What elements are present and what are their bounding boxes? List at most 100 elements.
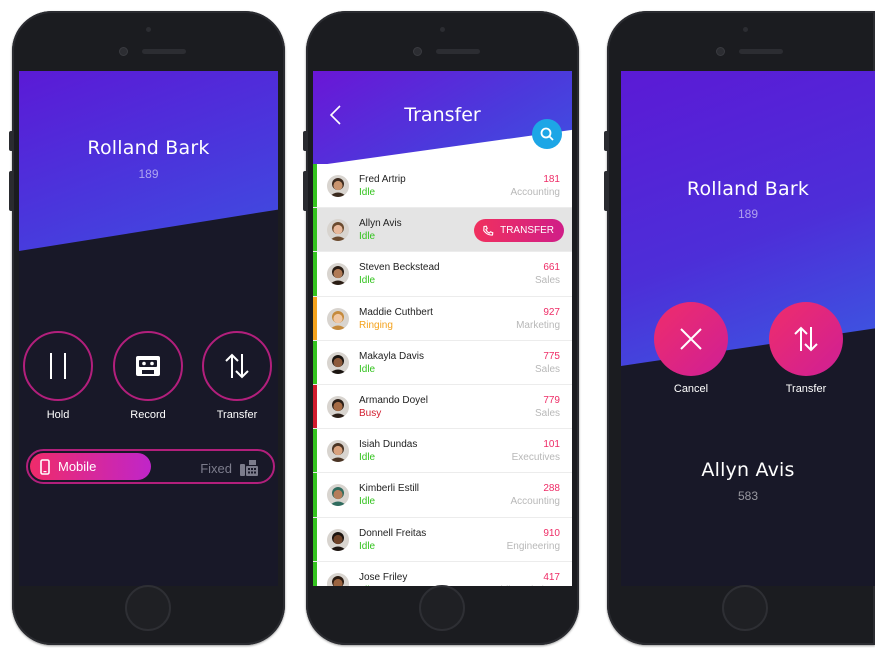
status-indicator-bar <box>313 429 317 473</box>
contact-extension: 775 <box>543 350 560 362</box>
phone-frame-confirm-transfer: Rolland Bark 189 Cancel Transfer Allyn A… <box>604 11 875 645</box>
phone-handset-icon <box>483 225 494 236</box>
contact-row[interactable]: Donnell Freitas Idle 910 Engineering <box>313 517 572 562</box>
toggle-mobile-option[interactable]: Mobile <box>30 453 151 480</box>
earpiece-speaker <box>142 49 186 54</box>
avatar <box>327 219 349 242</box>
contact-status: Idle <box>359 187 376 198</box>
avatar <box>327 572 349 586</box>
transfer-action-button[interactable]: TRANSFER <box>474 219 564 243</box>
confirm-transfer-button[interactable] <box>769 302 843 376</box>
sensor-dot <box>146 27 151 32</box>
transfer-action-label: TRANSFER <box>500 225 554 237</box>
contact-row[interactable]: Isiah Dundas Idle 101 Executives <box>313 429 572 474</box>
contact-name: Isiah Dundas <box>359 439 418 451</box>
contact-status: Busy <box>359 407 382 419</box>
status-indicator-bar <box>313 340 317 384</box>
contact-row[interactable]: Armando Doyel Busy 779 Sales <box>313 384 572 430</box>
search-icon <box>540 127 554 141</box>
earpiece-speaker <box>436 49 480 54</box>
mobile-phone-icon <box>40 458 50 475</box>
contact-status: Idle <box>359 231 376 243</box>
contact-extension: 927 <box>543 306 560 318</box>
side-button <box>303 171 306 211</box>
transfer-arrows-icon <box>225 353 249 379</box>
contact-department: Sales <box>534 407 560 419</box>
toggle-fixed-option[interactable]: Fixed <box>200 459 259 477</box>
contact-status: Idle <box>359 540 376 552</box>
contact-department: Sales <box>534 275 560 287</box>
side-button <box>604 171 607 211</box>
contact-row[interactable]: Allyn Avis Idle TRANSFER <box>313 208 572 253</box>
contact-extension: 661 <box>543 262 560 274</box>
status-indicator-bar <box>313 473 317 517</box>
transfer-label: Transfer <box>216 409 258 421</box>
status-indicator-bar <box>313 517 317 561</box>
contact-status: Ringing <box>359 319 393 331</box>
toggle-mobile-label: Mobile <box>58 459 97 474</box>
toggle-fixed-label: Fixed <box>200 460 232 476</box>
confirm-screen: Rolland Bark 189 Cancel Transfer Allyn A… <box>621 71 875 586</box>
phone-frame-transfer-list: Transfer Fred Artrip Idle 181 Accounting All… <box>303 11 579 645</box>
target-number: 583 <box>737 489 759 503</box>
earpiece-speaker <box>739 49 783 54</box>
sensor-dot <box>440 27 445 32</box>
transfer-button[interactable] <box>202 331 272 401</box>
header-gradient <box>19 71 278 251</box>
avatar <box>327 263 349 286</box>
contact-name: Donnell Freitas <box>359 527 427 539</box>
close-icon <box>680 328 702 350</box>
desk-phone-icon <box>240 460 258 476</box>
contact-name: Fred Artrip <box>359 174 406 185</box>
phone-frame-call: Rolland Bark 189 Hold Record Transfer Mo… <box>9 11 285 645</box>
record-label: Record <box>130 409 166 421</box>
caller-number: 189 <box>138 167 159 181</box>
avatar <box>327 307 349 330</box>
contact-row[interactable]: Maddie Cuthbert Ringing 927 Marketing <box>313 296 572 341</box>
home-button <box>419 585 465 631</box>
contact-department: Public Relations <box>488 585 560 586</box>
home-button <box>722 585 768 631</box>
avatar <box>327 528 349 551</box>
cancel-label: Cancel <box>673 383 709 395</box>
search-button[interactable] <box>532 119 562 149</box>
caller-name: Rolland Bark <box>87 137 210 159</box>
contact-name: Steven Beckstead <box>359 262 440 274</box>
cassette-icon <box>136 356 160 376</box>
avatar <box>327 351 349 374</box>
contact-row[interactable]: Kimberli Estill Idle 288 Accounting <box>313 473 572 518</box>
front-camera <box>413 47 422 56</box>
contact-row[interactable]: Fred Artrip Idle 181 Accounting <box>313 164 572 209</box>
contact-row[interactable]: Jose Friley Idle 417 Public Relations <box>313 561 572 586</box>
contact-extension: 417 <box>543 571 560 583</box>
side-button <box>9 131 12 151</box>
avatar <box>327 440 349 463</box>
contact-name: Armando Doyel <box>359 394 428 406</box>
transfer-screen: Transfer Fred Artrip Idle 181 Accounting All… <box>313 71 572 586</box>
contact-status: Idle <box>359 452 376 464</box>
contact-department: Accounting <box>510 496 560 508</box>
hold-button[interactable] <box>23 331 93 401</box>
front-camera <box>716 47 725 56</box>
contact-row[interactable]: Makayla Davis Idle 775 Sales <box>313 340 572 385</box>
caller-name: Rolland Bark <box>686 178 810 200</box>
line-toggle[interactable]: Mobile Fixed <box>26 449 275 484</box>
avatar <box>327 395 349 418</box>
contact-extension: 910 <box>543 527 560 539</box>
transfer-label: Transfer <box>785 383 827 395</box>
contact-extension: 101 <box>543 439 560 451</box>
contact-row[interactable]: Steven Beckstead Idle 661 Sales <box>313 252 572 297</box>
status-indicator-bar <box>313 252 317 296</box>
call-screen: Rolland Bark 189 Hold Record Transfer Mo… <box>19 71 278 586</box>
contact-department: Marketing <box>516 319 560 331</box>
contact-name: Makayla Davis <box>359 350 425 362</box>
pause-icon <box>50 353 66 379</box>
transfer-arrows-icon <box>794 326 818 352</box>
record-button[interactable] <box>113 331 183 401</box>
target-name: Allyn Avis <box>701 459 795 481</box>
contact-department: Sales <box>534 363 560 375</box>
contact-extension: 288 <box>543 483 560 495</box>
cancel-button[interactable] <box>654 302 728 376</box>
status-indicator-bar <box>313 561 317 586</box>
contact-name: Jose Friley <box>359 571 408 583</box>
